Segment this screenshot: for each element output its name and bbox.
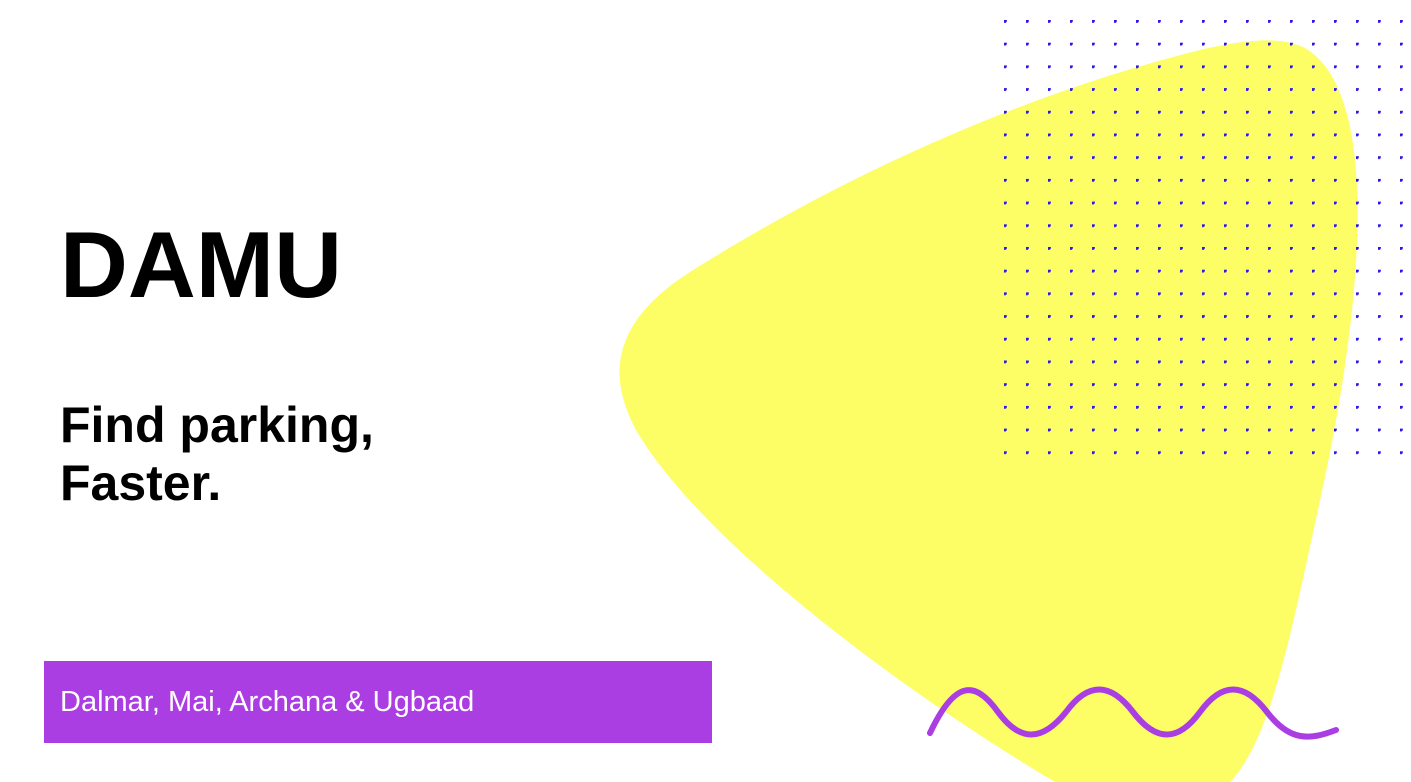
- tagline-line-1: Find parking,: [60, 397, 374, 453]
- tagline-line-2: Faster.: [60, 455, 222, 511]
- authors-bar: Dalmar, Mai, Archana & Ugbaad: [44, 661, 712, 743]
- slide-title: DAMU: [60, 212, 342, 317]
- slide: DAMU Find parking, Faster. Dalmar, Mai, …: [0, 0, 1411, 782]
- slide-tagline: Find parking, Faster.: [60, 396, 374, 512]
- authors-text: Dalmar, Mai, Archana & Ugbaad: [60, 685, 475, 718]
- dot-grid-pattern: [1000, 16, 1411, 456]
